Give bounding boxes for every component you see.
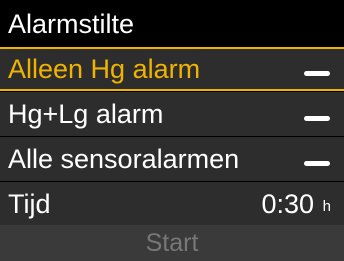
alarm-silence-screen: Alarmstilte Alleen Hg alarm Hg+Lg alarm … [0, 0, 344, 261]
minus-toggle-icon [304, 71, 330, 76]
option-label: Hg+Lg alarm [8, 99, 164, 129]
option-alle-sensoralarmen[interactable]: Alle sensoralarmen [0, 137, 344, 181]
minus-toggle-icon [304, 116, 330, 121]
minus-toggle-icon [304, 161, 330, 166]
time-row[interactable]: Tijd 0:30 h [0, 182, 344, 226]
title-bar: Alarmstilte [0, 0, 344, 44]
time-label: Tijd [8, 189, 51, 219]
option-hg-lg-alarm[interactable]: Hg+Lg alarm [0, 92, 344, 136]
screen-title: Alarmstilte [8, 9, 135, 39]
start-button[interactable]: Start [0, 225, 344, 261]
time-unit: h [322, 198, 331, 215]
option-label: Alleen Hg alarm [8, 54, 201, 84]
start-label: Start [145, 229, 199, 257]
option-alleen-hg-alarm[interactable]: Alleen Hg alarm [0, 47, 344, 91]
option-label: Alle sensoralarmen [8, 144, 240, 174]
time-value: 0:30 [261, 189, 314, 219]
